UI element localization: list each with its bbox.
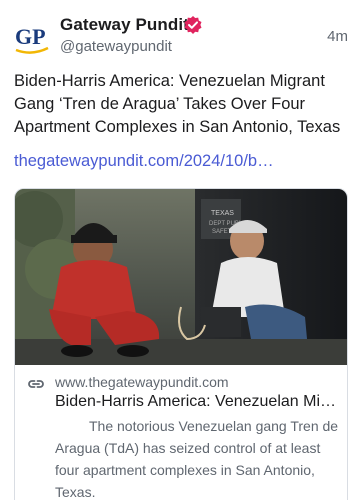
svg-text:GP: GP bbox=[15, 24, 46, 49]
post-link[interactable]: thegatewaypundit.com/2024/10/b… bbox=[14, 152, 350, 171]
card-description: The notorious Venezuelan gang Tren de Ar… bbox=[55, 418, 339, 500]
avatar[interactable]: GP bbox=[12, 18, 52, 58]
card-meta: www.thegatewaypundit.com Biden-Harris Am… bbox=[15, 365, 347, 500]
display-name[interactable]: Gateway Pundit bbox=[60, 15, 189, 35]
post-text: Biden-Harris America: Venezuelan Migrant… bbox=[14, 72, 341, 136]
post: GP Gateway Pundit @gatewaypundit 4m Bide… bbox=[0, 0, 362, 500]
link-preview-card[interactable]: TEXAS DEPT PUBLIC SAFETY www.thegatewayp… bbox=[14, 188, 348, 500]
card-domain: www.thegatewaypundit.com bbox=[55, 374, 229, 390]
timestamp[interactable]: 4m bbox=[327, 28, 348, 45]
card-title[interactable]: Biden-Harris America: Venezuelan Mi… bbox=[55, 393, 341, 411]
preview-image[interactable]: TEXAS DEPT PUBLIC SAFETY bbox=[15, 189, 347, 365]
gateway-pundit-logo: GP bbox=[15, 24, 49, 54]
handle[interactable]: @gatewaypundit bbox=[60, 38, 172, 55]
verified-badge-icon bbox=[184, 16, 202, 34]
svg-text:TEXAS: TEXAS bbox=[211, 210, 234, 217]
link-icon bbox=[28, 380, 44, 388]
